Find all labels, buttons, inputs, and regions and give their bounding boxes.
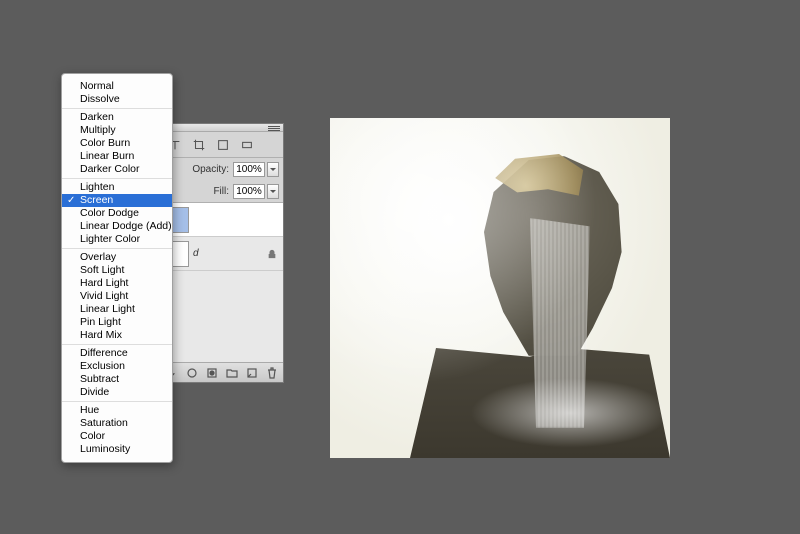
menu-group: DifferenceExclusionSubtractDivide	[62, 345, 172, 402]
blend-mode-item-divide[interactable]: Divide	[62, 386, 172, 399]
opacity-value[interactable]: 100%	[233, 162, 265, 177]
fill-label: Fill:	[213, 186, 229, 197]
menu-item-label: Screen	[80, 194, 113, 206]
trash-icon[interactable]	[265, 366, 279, 380]
blend-mode-item-linear-burn[interactable]: Linear Burn	[62, 150, 172, 163]
blend-mode-item-saturation[interactable]: Saturation	[62, 417, 172, 430]
blend-mode-item-hard-light[interactable]: Hard Light	[62, 277, 172, 290]
layers-panel: Opacity: 100% Fill: 100% d	[160, 123, 284, 383]
blend-mode-item-soft-light[interactable]: Soft Light	[62, 264, 172, 277]
menu-item-label: Normal	[80, 80, 114, 92]
panel-menu-icon[interactable]	[268, 124, 280, 132]
menu-item-label: Color	[80, 430, 105, 442]
menu-item-label: Vivid Light	[80, 290, 128, 302]
layer-name[interactable]: d	[193, 248, 261, 259]
folder-icon[interactable]	[225, 366, 239, 380]
menu-item-label: Color Burn	[80, 137, 130, 149]
new-layer-icon[interactable]	[245, 366, 259, 380]
blend-mode-item-overlay[interactable]: Overlay	[62, 251, 172, 264]
more-filter-icon[interactable]	[239, 137, 255, 153]
menu-group: HueSaturationColorLuminosity	[62, 402, 172, 458]
menu-item-label: Darken	[80, 111, 114, 123]
menu-item-label: Divide	[80, 386, 109, 398]
menu-item-label: Pin Light	[80, 316, 121, 328]
menu-item-label: Hard Light	[80, 277, 128, 289]
blend-mode-item-vivid-light[interactable]: Vivid Light	[62, 290, 172, 303]
fill-dropdown-icon[interactable]	[267, 184, 279, 199]
blend-mode-item-linear-light[interactable]: Linear Light	[62, 303, 172, 316]
opacity-label: Opacity:	[192, 164, 229, 175]
blend-mode-item-screen[interactable]: ✓ Screen	[62, 194, 172, 207]
blend-mode-item-color[interactable]: Color	[62, 430, 172, 443]
menu-item-label: Linear Burn	[80, 150, 134, 162]
blend-mode-item-pin-light[interactable]: Pin Light	[62, 316, 172, 329]
canvas-image	[330, 118, 670, 458]
menu-item-label: Hard Mix	[80, 329, 122, 341]
blend-mode-item-luminosity[interactable]: Luminosity	[62, 443, 172, 456]
blend-mode-item-color-dodge[interactable]: Color Dodge	[62, 207, 172, 220]
menu-item-label: Lighter Color	[80, 233, 140, 245]
panel-topbar	[161, 124, 283, 132]
menu-item-label: Multiply	[80, 124, 116, 136]
blend-mode-item-darken[interactable]: Darken	[62, 111, 172, 124]
menu-item-label: Darker Color	[80, 163, 140, 175]
blend-mode-item-hard-mix[interactable]: Hard Mix	[62, 329, 172, 342]
menu-item-label: Dissolve	[80, 93, 120, 105]
blend-mode-item-subtract[interactable]: Subtract	[62, 373, 172, 386]
menu-item-label: Exclusion	[80, 360, 125, 372]
menu-group: Lighten ✓ ScreenColor DodgeLinear Dodge (A…	[62, 179, 172, 249]
layer-item[interactable]	[161, 203, 283, 237]
panel-bottom-bar	[161, 362, 283, 382]
layer-filter-row	[161, 132, 283, 158]
layers-list: d	[161, 202, 283, 362]
menu-item-label: Hue	[80, 404, 99, 416]
menu-item-label: Difference	[80, 347, 128, 359]
menu-item-label: Soft Light	[80, 264, 124, 276]
menu-group: NormalDissolve	[62, 78, 172, 109]
blend-mode-item-hue[interactable]: Hue	[62, 404, 172, 417]
fx-icon[interactable]	[185, 366, 199, 380]
menu-group: OverlaySoft LightHard LightVivid LightLi…	[62, 249, 172, 345]
menu-item-label: Saturation	[80, 417, 128, 429]
menu-item-label: Lighten	[80, 181, 114, 193]
blend-mode-item-difference[interactable]: Difference	[62, 347, 172, 360]
layer-item[interactable]: d	[161, 237, 283, 271]
crop-filter-icon[interactable]	[191, 137, 207, 153]
menu-item-label: Linear Dodge (Add)	[80, 220, 172, 232]
layers-empty-area	[161, 271, 283, 362]
menu-item-label: Subtract	[80, 373, 119, 385]
opacity-row: Opacity: 100%	[161, 158, 283, 180]
checkmark-icon: ✓	[67, 194, 75, 207]
blend-mode-item-darker-color[interactable]: Darker Color	[62, 163, 172, 176]
blend-mode-item-linear-dodge-add-[interactable]: Linear Dodge (Add)	[62, 220, 172, 233]
blend-mode-item-exclusion[interactable]: Exclusion	[62, 360, 172, 373]
mask-icon[interactable]	[205, 366, 219, 380]
fill-value[interactable]: 100%	[233, 184, 265, 199]
opacity-dropdown-icon[interactable]	[267, 162, 279, 177]
blend-mode-item-lighten[interactable]: Lighten	[62, 181, 172, 194]
menu-item-label: Color Dodge	[80, 207, 139, 219]
fill-row: Fill: 100%	[161, 180, 283, 202]
blend-mode-item-multiply[interactable]: Multiply	[62, 124, 172, 137]
menu-item-label: Linear Light	[80, 303, 135, 315]
menu-item-label: Luminosity	[80, 443, 130, 455]
menu-group: DarkenMultiplyColor BurnLinear BurnDarke…	[62, 109, 172, 179]
lock-icon[interactable]	[265, 249, 279, 259]
blend-mode-item-color-burn[interactable]: Color Burn	[62, 137, 172, 150]
shape-filter-icon[interactable]	[215, 137, 231, 153]
blend-mode-item-dissolve[interactable]: Dissolve	[62, 93, 172, 106]
menu-item-label: Overlay	[80, 251, 116, 263]
blend-mode-menu[interactable]: NormalDissolveDarkenMultiplyColor BurnLi…	[61, 73, 173, 463]
blend-mode-item-lighter-color[interactable]: Lighter Color	[62, 233, 172, 246]
blend-mode-item-normal[interactable]: Normal	[62, 80, 172, 93]
